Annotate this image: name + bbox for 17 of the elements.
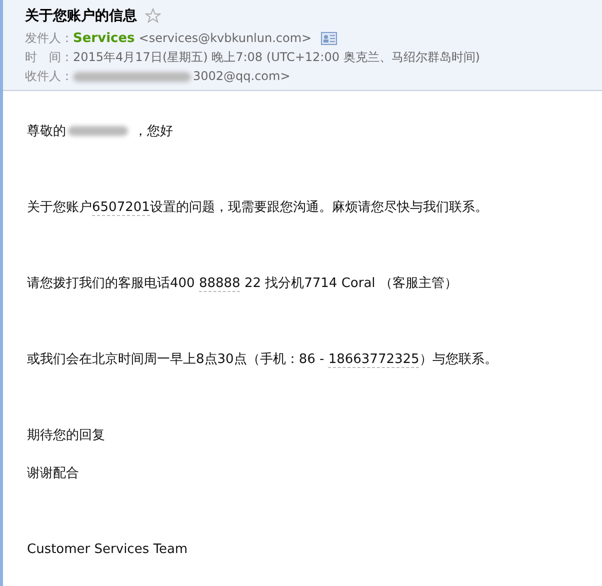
body-paragraph: 请您拨打我们的客服电话400 88888 22 找分机7714 Coral （客服主管）: [27, 277, 458, 291]
body-paragraph: 或我们会在北京时间周一早上8点30点（手机：86 - 18663772325）与您联系。: [27, 353, 498, 367]
sender-label: 发件人：: [25, 30, 73, 47]
recipient-address: 3002@qq.com>: [193, 68, 290, 85]
email-subject: 关于您账户的信息: [25, 7, 137, 25]
contact-card-icon[interactable]: [320, 32, 337, 45]
body-paragraph: 尊敬的 ，您好: [27, 125, 174, 139]
body-paragraph: 期待您的回复: [27, 429, 106, 443]
body-paragraph: Customer Services Team: [27, 543, 189, 557]
body-paragraph: 关于您账户6507201设置的问题，现需要跟您沟通。麻烦请您尽快与我们联系。: [27, 201, 489, 215]
star-icon[interactable]: [145, 8, 161, 24]
sender-address: <services@kvbkunlun.com>: [138, 30, 312, 47]
sent-time: 2015年4月17日(星期五) 晚上7:08 (UTC+12:00 奥克兰、马绍尔群岛时间): [73, 49, 480, 66]
sender-name[interactable]: Services: [73, 29, 135, 48]
time-label: 时 间：: [25, 49, 73, 66]
body-paragraph: 谢谢配合: [27, 467, 80, 481]
recipient-label: 收件人：: [25, 68, 73, 85]
